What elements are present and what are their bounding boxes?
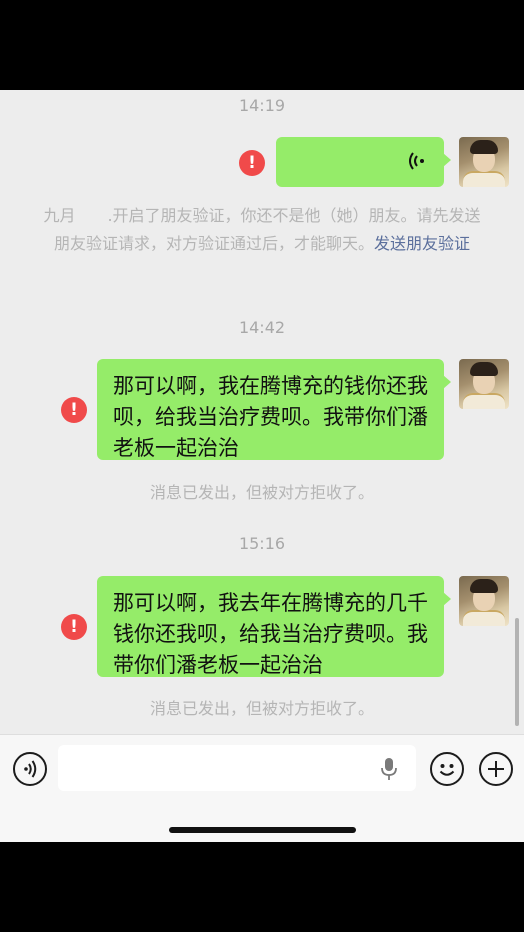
friend-verification-notice: 九月 .开启了朋友验证，你还不是他（她）朋友。请先发送朋友验证请求，对方验证通过… bbox=[42, 202, 482, 258]
input-bar bbox=[0, 734, 524, 842]
message-bubble[interactable]: 那可以啊，我在腾博充的钱你还我呗，给我当治疗费呗。我带你们潘老板一起治治 bbox=[97, 359, 451, 460]
voice-message-bubble[interactable] bbox=[276, 137, 451, 187]
home-indicator[interactable] bbox=[169, 827, 356, 833]
emoji-smile-icon[interactable] bbox=[430, 752, 464, 786]
message-bubble[interactable]: 那可以啊，我去年在腾博充的几千钱你还我呗，给我当治疗费呗。我带你们潘老板一起治治 bbox=[97, 576, 451, 677]
avatar[interactable] bbox=[459, 137, 509, 187]
rejected-notice: 消息已发出，但被对方拒收了。 bbox=[149, 699, 374, 718]
voice-wave-icon bbox=[409, 152, 424, 170]
avatar[interactable] bbox=[459, 576, 509, 626]
error-exclamation-icon[interactable]: ! bbox=[239, 150, 265, 176]
message-input[interactable] bbox=[58, 745, 416, 791]
avatar[interactable] bbox=[459, 359, 509, 409]
error-exclamation-icon[interactable]: ! bbox=[61, 614, 87, 640]
voice-mode-icon[interactable] bbox=[13, 752, 47, 786]
chat-screen: 14:19 ! 九月 .开启了朋友验证，你还不是他（她）朋友。请先发送朋友验证请… bbox=[0, 90, 524, 842]
rejected-notice: 消息已发出，但被对方拒收了。 bbox=[149, 483, 374, 502]
scrollbar[interactable] bbox=[515, 618, 519, 726]
microphone-icon[interactable] bbox=[380, 757, 398, 781]
plus-icon[interactable] bbox=[479, 752, 513, 786]
timestamp: 15:16 bbox=[238, 534, 286, 553]
timestamp: 14:42 bbox=[238, 318, 286, 337]
timestamp: 14:19 bbox=[238, 96, 286, 115]
send-verification-link[interactable]: 发送朋友验证 bbox=[374, 234, 470, 253]
error-exclamation-icon[interactable]: ! bbox=[61, 397, 87, 423]
